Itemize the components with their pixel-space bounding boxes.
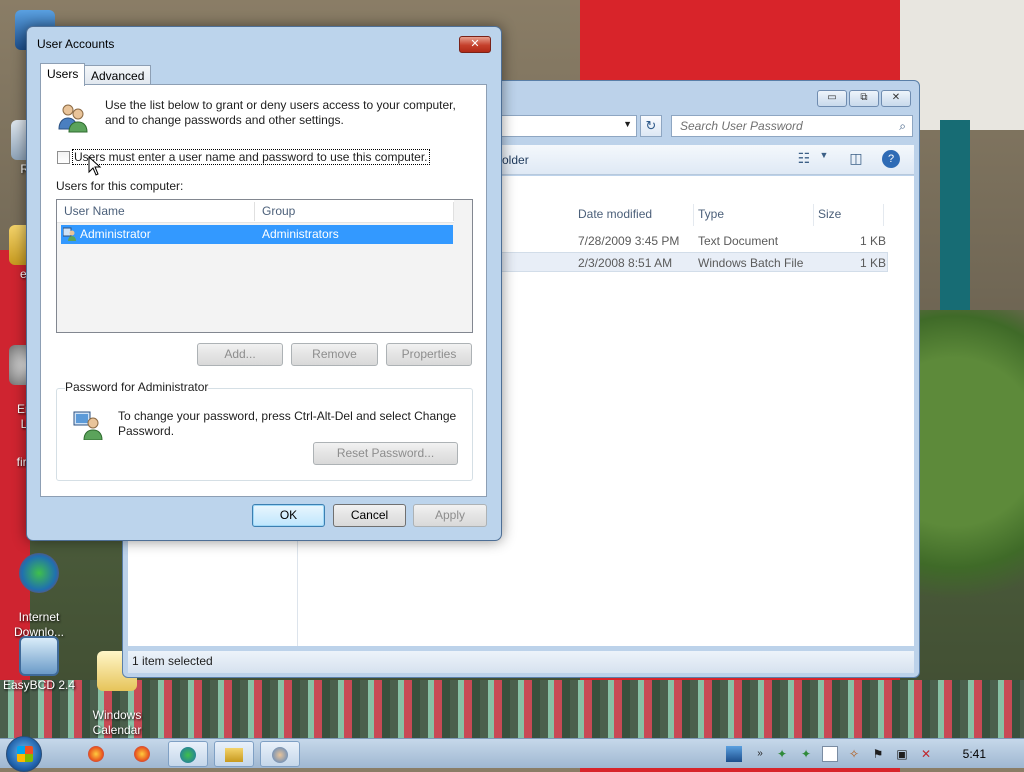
close-button[interactable]: ✕	[881, 90, 911, 107]
password-group-label: Password for Administrator	[65, 380, 209, 394]
column-user-name[interactable]: User Name	[64, 204, 125, 218]
user-password-icon	[73, 411, 103, 440]
search-icon[interactable]: ⌕	[899, 119, 906, 134]
folder-icon	[225, 748, 243, 763]
user-group-cell: Administrators	[262, 227, 339, 241]
desktop-icon-internet-download-manager[interactable]: Internet Downlo...	[2, 538, 76, 640]
download-manager-icon	[180, 747, 196, 764]
chevron-down-icon[interactable]: ▼	[623, 119, 632, 129]
column-group[interactable]: Group	[262, 204, 295, 218]
column-date-modified[interactable]: Date modified	[574, 204, 694, 226]
dialog-title: User Accounts	[37, 37, 115, 51]
monitor-network-icon[interactable]: ▣	[894, 746, 910, 762]
column-divider[interactable]	[254, 202, 255, 221]
refresh-button[interactable]: ↻	[640, 115, 662, 137]
help-icon[interactable]: ?	[882, 150, 900, 168]
desktop-icon[interactable]	[726, 746, 742, 762]
flag-icon[interactable]: ⚑	[870, 746, 886, 762]
taskbar: » ✦ ✦ ✧ ⚑ ▣ ✕ 5:41	[0, 736, 1024, 772]
users-icon	[58, 104, 88, 133]
column-divider[interactable]	[453, 202, 454, 221]
users-list[interactable]: User Name Group Administrator Administra…	[56, 199, 473, 333]
add-user-button[interactable]: Add...	[197, 343, 283, 366]
tab-users[interactable]: Users	[40, 63, 86, 86]
users-icon	[272, 747, 288, 764]
new-folder-button[interactable]: older	[502, 153, 529, 167]
taskbar-download-manager[interactable]	[168, 741, 208, 767]
column-size[interactable]: Size	[814, 204, 884, 226]
close-icon: ✕	[470, 38, 480, 50]
require-login-checkbox-row[interactable]: Users must enter a user name and passwor…	[57, 149, 430, 165]
address-bar[interactable]: ▼	[501, 115, 637, 137]
properties-button[interactable]: Properties	[386, 343, 472, 366]
taskbar-explorer[interactable]	[214, 741, 254, 767]
apply-button[interactable]: Apply	[413, 504, 487, 527]
users-list-label: Users for this computer:	[56, 179, 184, 193]
users-tab-panel: Use the list below to grant or deny user…	[40, 84, 487, 497]
start-button[interactable]	[6, 736, 42, 772]
refresh-icon: ↻	[645, 118, 657, 133]
network-icon[interactable]: ✦	[774, 746, 790, 762]
file-row[interactable]: 7/28/2009 3:45 PM Text Document 1 KB	[498, 231, 888, 251]
remove-user-button[interactable]: Remove	[291, 343, 378, 366]
download-manager-icon	[19, 553, 59, 593]
taskbar-user-accounts[interactable]	[260, 741, 300, 767]
clock[interactable]: 5:41	[963, 747, 986, 761]
intro-text: Use the list below to grant or deny user…	[105, 98, 456, 127]
volume-muted-icon[interactable]: ✕	[918, 746, 934, 762]
taskbar-firefox-2[interactable]	[122, 741, 162, 767]
file-row[interactable]: 2/3/2008 8:51 AM Windows Batch File 1 KB	[498, 252, 888, 272]
desktop-icon-easybcd[interactable]: EasyBCD 2.4	[2, 636, 76, 693]
background-pillar	[940, 120, 970, 310]
download-icon[interactable]: ✦	[798, 746, 814, 762]
windows-logo-icon	[17, 746, 33, 762]
column-type[interactable]: Type	[694, 204, 814, 226]
search-input[interactable]: Search User Password ⌕	[671, 115, 913, 137]
document-icon[interactable]	[822, 746, 838, 762]
firefox-icon	[134, 746, 150, 763]
maximize-button[interactable]: ⧉	[849, 90, 879, 107]
window-controls: ▭ ⧉ ✕	[817, 90, 911, 107]
require-login-label[interactable]: Users must enter a user name and passwor…	[72, 149, 430, 165]
mouse-cursor-icon	[88, 156, 102, 176]
chevron-icon[interactable]: »	[752, 746, 768, 762]
chevron-down-icon[interactable]: ▼	[814, 150, 834, 168]
user-name-cell: Administrator	[80, 227, 151, 241]
views-icon[interactable]: ☷	[794, 150, 814, 168]
taskbar-firefox[interactable]	[76, 741, 116, 767]
password-group: To change your password, press Ctrl-Alt-…	[56, 388, 473, 481]
wrench-icon[interactable]: ✧	[846, 746, 862, 762]
cancel-button[interactable]: Cancel	[333, 504, 406, 527]
user-accounts-dialog: User Accounts ✕ Users Advanced Use the l…	[26, 26, 502, 541]
tab-advanced[interactable]: Advanced	[84, 65, 152, 86]
table-row[interactable]: Administrator Administrators	[61, 225, 453, 244]
monitor-icon	[19, 636, 59, 676]
list-header: User Name Group	[57, 200, 454, 223]
password-instructions: To change your password, press Ctrl-Alt-…	[118, 409, 457, 438]
minimize-button[interactable]: ▭	[817, 90, 847, 107]
reset-password-button[interactable]: Reset Password...	[313, 442, 458, 465]
status-bar: 1 item selected	[128, 651, 914, 673]
close-button[interactable]: ✕	[459, 36, 491, 53]
preview-pane-icon[interactable]: ◫	[846, 150, 866, 168]
require-login-checkbox[interactable]	[57, 150, 70, 164]
firefox-icon	[88, 746, 104, 763]
ok-button[interactable]: OK	[252, 504, 325, 527]
user-icon	[63, 227, 76, 241]
